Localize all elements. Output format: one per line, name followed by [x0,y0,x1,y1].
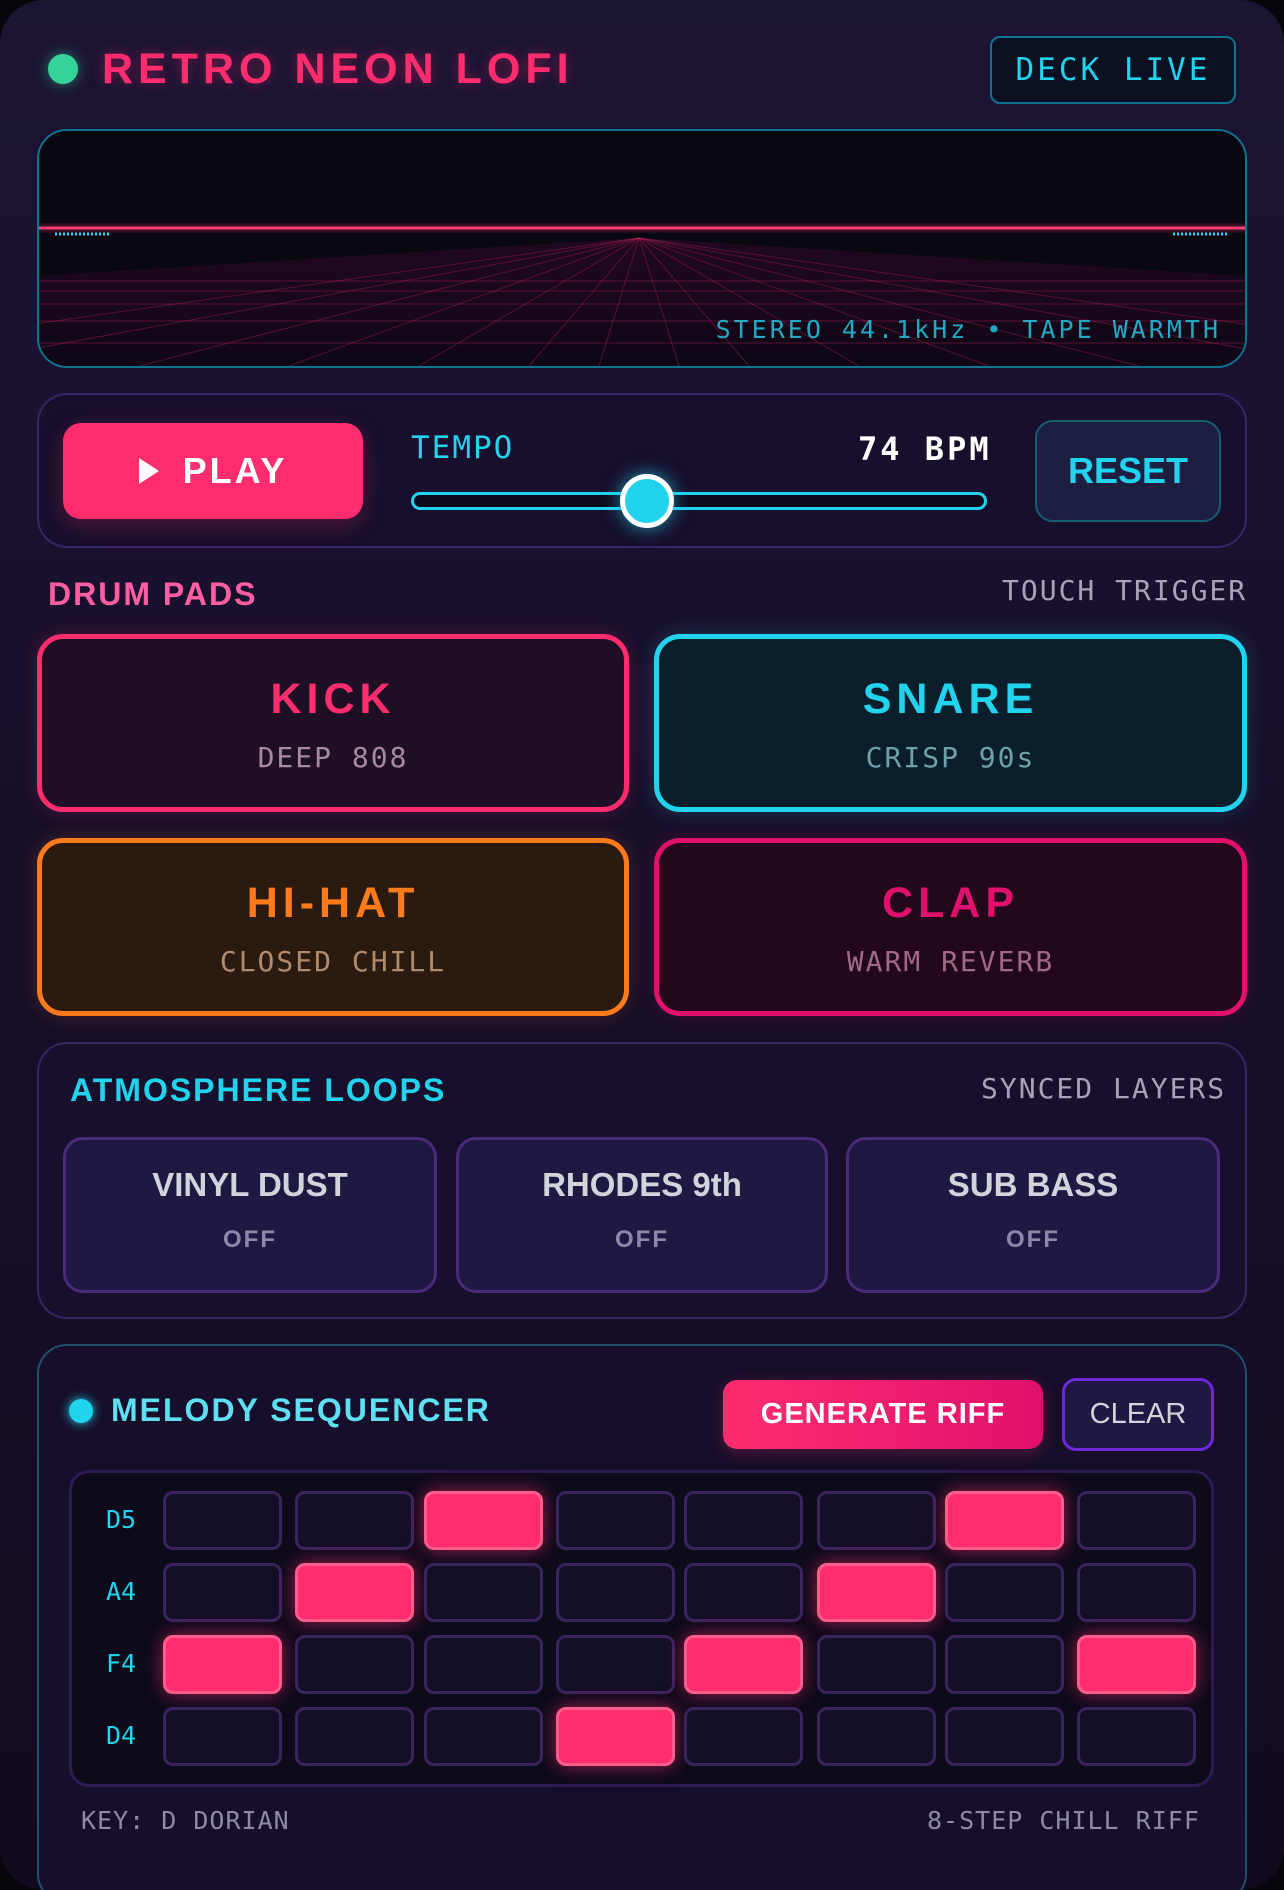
key-label: KEY: D DORIAN [81,1806,290,1835]
pad-subtitle: WARM REVERB [846,945,1055,978]
step-cell[interactable] [817,1563,936,1622]
step-cell[interactable] [556,1563,675,1622]
step-cell[interactable] [684,1707,803,1766]
live-status-indicator [48,54,78,84]
drum-pads-hint: TOUCH TRIGGER [1002,574,1248,607]
reset-button[interactable]: RESET [1035,420,1221,522]
drum-pad-snare[interactable]: SNARE CRISP 90s [654,634,1247,812]
loop-name: SUB BASS [947,1166,1119,1203]
pad-name: HI-HAT [246,879,420,927]
step-cell[interactable] [424,1491,543,1550]
step-cell[interactable] [817,1635,936,1694]
step-cell[interactable] [556,1491,675,1550]
step-cell[interactable] [817,1491,936,1550]
step-cell[interactable] [295,1491,414,1550]
pad-name: SNARE [862,675,1039,723]
pad-name: KICK [270,675,396,723]
tempo-slider-track[interactable] [411,492,987,510]
loop-toggle-sub-bass[interactable]: SUB BASS OFF [846,1137,1220,1293]
step-cell[interactable] [163,1491,282,1550]
step-cell[interactable] [817,1707,936,1766]
step-cell[interactable] [945,1491,1064,1550]
pad-subtitle: DEEP 808 [257,741,409,774]
step-cell[interactable] [1077,1563,1196,1622]
melody-sequencer-heading: MELODY SEQUENCER [111,1392,491,1428]
row-note-label: F4 [106,1649,137,1678]
drum-pads-heading: DRUM PADS [48,576,258,612]
step-cell[interactable] [295,1707,414,1766]
riff-length-label: 8-STEP CHILL RIFF [927,1806,1200,1835]
step-cell[interactable] [163,1707,282,1766]
step-cell[interactable] [424,1563,543,1622]
loop-state: OFF [223,1226,277,1253]
step-cell[interactable] [424,1635,543,1694]
step-cell[interactable] [945,1707,1064,1766]
step-cell[interactable] [424,1707,543,1766]
deck-live-badge: DECK LIVE [990,36,1236,104]
loop-toggle-rhodes[interactable]: RHODES 9th OFF [456,1137,828,1293]
loop-toggle-vinyl-dust[interactable]: VINYL DUST OFF [63,1137,437,1293]
sequencer-status-indicator [69,1399,93,1423]
step-cell[interactable] [163,1563,282,1622]
atmosphere-loops-hint: SYNCED LAYERS [981,1072,1227,1105]
play-button[interactable]: PLAY [63,423,363,519]
pad-name: CLAP [881,879,1020,927]
play-icon [138,458,159,484]
app-title: RETRO NEON LOFI [102,45,574,93]
drum-pad-hihat[interactable]: HI-HAT CLOSED CHILL [37,838,629,1016]
atmosphere-loops-heading: ATMOSPHERE LOOPS [70,1072,447,1108]
generate-riff-button[interactable]: GENERATE RIFF [723,1380,1043,1449]
drum-pad-clap[interactable]: CLAP WARM REVERB [654,838,1247,1016]
tempo-label: TEMPO [411,430,515,466]
step-cell[interactable] [945,1563,1064,1622]
drum-pad-kick[interactable]: KICK DEEP 808 [37,634,629,812]
step-cell[interactable] [295,1563,414,1622]
audio-format-caption: STEREO 44.1kHz • TAPE WARMTH [715,315,1221,344]
step-cell[interactable] [1077,1707,1196,1766]
row-note-label: D5 [106,1505,137,1534]
clear-button[interactable]: CLEAR [1062,1378,1214,1451]
tempo-value: 74 BPM [858,430,992,468]
loop-name: VINYL DUST [152,1166,348,1203]
step-cell[interactable] [1077,1635,1196,1694]
app-frame: RETRO NEON LOFI DECK LIVE STEREO 44.1kHz… [0,0,1284,1890]
loop-name: RHODES 9th [542,1166,742,1203]
tempo-slider-thumb[interactable] [620,474,675,528]
play-button-label: PLAY [182,450,288,491]
row-note-label: D4 [106,1721,137,1750]
loop-state: OFF [1006,1226,1060,1253]
step-cell[interactable] [1077,1491,1196,1550]
waveform-visualizer: STEREO 44.1kHz • TAPE WARMTH [37,129,1247,368]
step-cell[interactable] [945,1635,1064,1694]
pad-subtitle: CLOSED CHILL [219,945,447,978]
pad-subtitle: CRISP 90s [865,741,1036,774]
step-cell[interactable] [684,1563,803,1622]
step-cell[interactable] [684,1491,803,1550]
step-cell[interactable] [556,1707,675,1766]
step-cell[interactable] [684,1635,803,1694]
loop-state: OFF [615,1226,669,1253]
step-cell[interactable] [163,1635,282,1694]
step-cell[interactable] [295,1635,414,1694]
row-note-label: A4 [106,1577,137,1606]
step-cell[interactable] [556,1635,675,1694]
